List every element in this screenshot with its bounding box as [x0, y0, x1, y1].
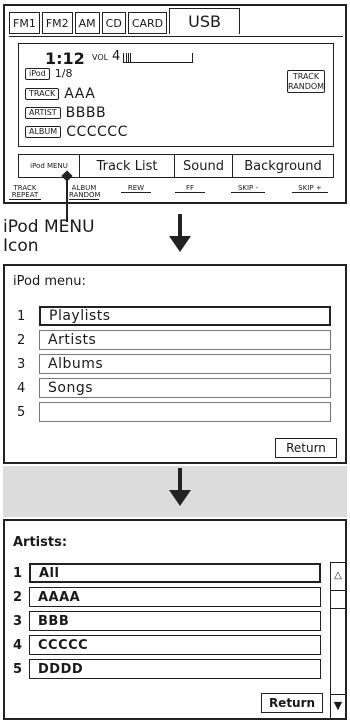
artist-value: BBBB — [65, 105, 107, 121]
list-item-number: 3 — [17, 356, 26, 372]
list-item-aaaa[interactable]: 2 AAAA — [13, 587, 321, 607]
list-item-empty[interactable]: 5 — [17, 402, 331, 422]
list-item-number: 4 — [17, 380, 26, 396]
volume-label: VOL — [92, 53, 109, 62]
ff-label: FF — [175, 185, 205, 193]
tab-card[interactable]: CARD — [127, 12, 168, 34]
return-button[interactable]: Return — [261, 693, 323, 713]
arrow-down-icon — [169, 468, 191, 508]
rew-label: REW — [121, 185, 151, 193]
list-item-artists[interactable]: 2 Artists — [17, 330, 331, 350]
list-item-label: Albums — [39, 354, 331, 374]
list-item-label: Playlists — [39, 306, 331, 326]
tab-divider — [9, 36, 343, 37]
callout-line1: iPod MENU — [3, 217, 95, 237]
artists-screen: Artists: 1 All 2 AAAA 3 BBB 4 CCCCC 5 DD… — [3, 519, 347, 720]
callout-line — [66, 172, 68, 222]
list-item-label: CCCCC — [29, 635, 321, 655]
list-item-label: Songs — [39, 378, 331, 398]
scroll-thumb[interactable] — [331, 591, 345, 609]
tab-am[interactable]: AM — [74, 12, 100, 34]
ff-button[interactable]: FF — [175, 185, 205, 193]
track-row: TRACK AAA — [25, 86, 95, 102]
list-item-number: 1 — [13, 565, 23, 581]
list-item-songs[interactable]: 4 Songs — [17, 378, 331, 398]
callout-label: iPod MENU Icon — [3, 218, 95, 256]
list-item-label: Artists — [39, 330, 331, 350]
album-row: ALBUM CCCCCC — [25, 124, 128, 140]
list-item-number: 5 — [17, 404, 26, 420]
list-item-playlists[interactable]: 1 Playlists — [17, 306, 331, 326]
list-item-label — [39, 402, 331, 422]
track-list-button[interactable]: Track List — [79, 155, 174, 177]
list-item-number: 2 — [17, 332, 26, 348]
sound-button[interactable]: Sound — [174, 155, 232, 177]
ipod-row: iPod 1/8 — [25, 67, 72, 80]
artist-tag: ARTIST — [25, 107, 61, 119]
album-tag: ALBUM — [25, 126, 62, 138]
album-random-button[interactable]: ALBUM RANDOM — [69, 184, 101, 200]
skip-minus-label: SKIP - — [231, 185, 265, 193]
skip-plus-label: SKIP + — [292, 185, 328, 193]
track-repeat-button[interactable]: TRACK REPEAT — [9, 185, 41, 200]
tab-cd[interactable]: CD — [101, 12, 126, 34]
source-tabs: FM1 FM2 AM CD CARD USB — [9, 8, 242, 36]
tab-fm1[interactable]: FM1 — [9, 12, 40, 34]
list-item-number: 1 — [17, 308, 26, 324]
callout-line2: Icon — [3, 236, 39, 256]
track-value: AAA — [64, 86, 96, 102]
tab-usb[interactable]: USB — [169, 8, 240, 34]
list-item-number: 4 — [13, 637, 23, 653]
list-item-bbb[interactable]: 3 BBB — [13, 611, 321, 631]
track-repeat-label: TRACK REPEAT — [9, 185, 41, 200]
list-item-all[interactable]: 1 All — [13, 563, 321, 583]
ipod-menu-title: iPod menu: — [13, 274, 86, 289]
list-item-albums[interactable]: 3 Albums — [17, 354, 331, 374]
artist-row: ARTIST BBBB — [25, 105, 106, 121]
scrollbar[interactable]: △ ▼ — [330, 562, 346, 719]
return-button[interactable]: Return — [275, 438, 337, 458]
now-playing-panel: 1:12 VOL 4 iPod 1/8 TRACK AAA ARTIST BBB… — [18, 43, 334, 147]
time-display: 1:12 — [45, 49, 85, 68]
skip-plus-button[interactable]: SKIP + — [292, 185, 328, 193]
list-item-dddd[interactable]: 5 DDDD — [13, 659, 321, 679]
rew-button[interactable]: REW — [121, 185, 151, 193]
list-item-label: AAAA — [29, 587, 321, 607]
list-item-number: 3 — [13, 613, 23, 629]
list-item-ccccc[interactable]: 4 CCCCC — [13, 635, 321, 655]
album-random-label: ALBUM RANDOM — [69, 184, 101, 200]
album-value: CCCCCC — [66, 124, 128, 140]
background-button[interactable]: Background — [232, 155, 333, 177]
scroll-up-icon[interactable]: △ — [331, 563, 345, 591]
list-item-label: DDDD — [29, 659, 321, 679]
list-item-number: 5 — [13, 661, 23, 677]
list-item-number: 2 — [13, 589, 23, 605]
scroll-down-icon[interactable]: ▼ — [331, 694, 345, 718]
volume-value: 4 — [112, 49, 121, 64]
track-random-button[interactable]: TRACK RANDOM — [287, 70, 325, 93]
head-unit-screen: FM1 FM2 AM CD CARD USB 1:12 VOL 4 iPod 1… — [3, 4, 347, 204]
list-item-label: BBB — [29, 611, 321, 631]
skip-minus-button[interactable]: SKIP - — [231, 185, 265, 193]
ipod-tag: iPod — [25, 67, 50, 80]
track-tag: TRACK — [25, 88, 60, 100]
track-count: 1/8 — [54, 67, 73, 80]
arrow-down-icon — [169, 214, 191, 254]
ipod-menu-screen: iPod menu: 1 Playlists 2 Artists 3 Album… — [3, 264, 347, 464]
list-item-label: All — [29, 563, 321, 583]
tab-fm2[interactable]: FM2 — [41, 12, 73, 34]
volume-bar — [123, 53, 193, 63]
artists-title: Artists: — [13, 535, 68, 550]
